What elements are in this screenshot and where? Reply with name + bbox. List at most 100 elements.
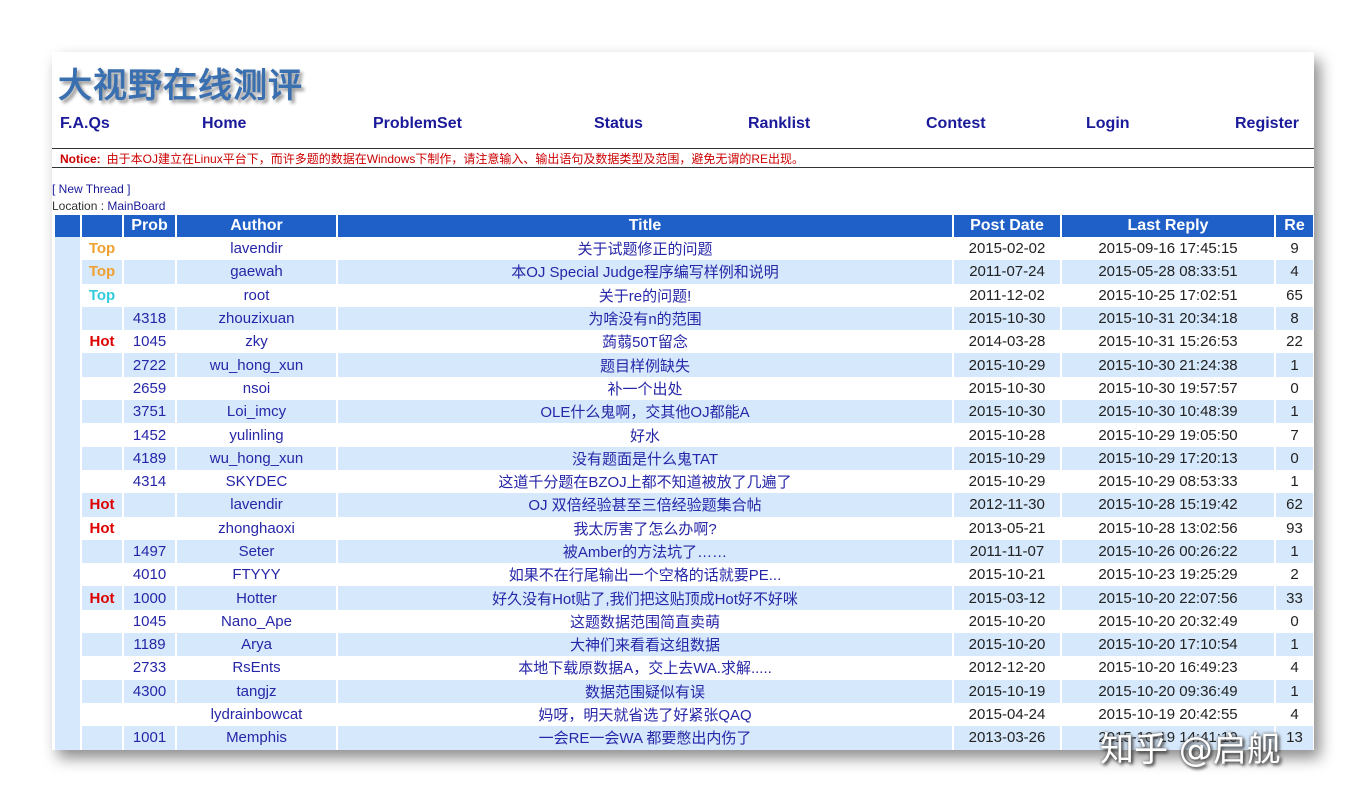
author-link[interactable]: lavendir xyxy=(230,496,283,513)
table-row[interactable]: 1045 Nano_Ape 这题数据范围简直卖萌 2015-10-20 2015-10-… xyxy=(55,609,1313,634)
prob-link[interactable]: 1000 xyxy=(133,590,166,607)
new-thread-link[interactable]: [ New Thread ] xyxy=(52,182,130,196)
table-row[interactable]: Top gaewah 本OJ Special Judge程序编写样例和说明 2011-… xyxy=(55,260,1313,284)
table-row[interactable]: 4314 SKYDEC 这道千分题在BZOJ上都不知道被放了几遍了 2015-10-2… xyxy=(55,469,1313,494)
title-link[interactable]: 数据范围疑似有误 xyxy=(585,684,705,701)
prob-link[interactable]: 2733 xyxy=(133,659,166,676)
author-link[interactable]: Loi_imcy xyxy=(227,403,286,420)
table-row[interactable]: 4010 FTYYY 如果不在行尾输出一个空格的话就要PE... 2015-10-21… xyxy=(55,563,1313,587)
nav-faqs[interactable]: F.A.Qs xyxy=(60,115,110,133)
tag-badge xyxy=(82,633,122,657)
author-link[interactable]: wu_hong_xun xyxy=(210,357,303,374)
author-link[interactable]: Nano_Ape xyxy=(221,613,292,630)
table-row[interactable]: 4318 zhouzixuan 为啥没有n的范围 2015-10-30 2015-10-… xyxy=(55,306,1313,331)
cell-title-link: 如果不在行尾输出一个空格的话就要PE... xyxy=(338,563,952,586)
nav-register[interactable]: Register xyxy=(1235,115,1299,133)
title-link[interactable]: 关于试题修正的问题 xyxy=(577,241,712,258)
cell-title-link: 一会RE一会WA 都要憋出内伤了 xyxy=(338,726,952,750)
table-row[interactable]: 2659 nsoi 补一个出处 2015-10-30 2015-10-30 19:57:… xyxy=(55,376,1313,401)
title-link[interactable]: 如果不在行尾输出一个空格的话就要PE... xyxy=(509,567,782,584)
author-link[interactable]: zky xyxy=(245,333,268,350)
title-link[interactable]: 关于re的问题! xyxy=(599,288,692,305)
site-logo[interactable]: 大视野在线测评 xyxy=(58,58,303,107)
row-marker xyxy=(55,633,80,657)
title-link[interactable]: 这道千分题在BZOJ上都不知道被放了几遍了 xyxy=(498,474,791,491)
location-mainboard-link[interactable]: MainBoard xyxy=(107,199,165,213)
prob-link[interactable]: 1189 xyxy=(133,636,165,653)
table-row[interactable]: Hot 1045 zky 蒟蒻50T留念 2014-03-28 2015-10-31 15… xyxy=(55,330,1313,354)
nav-ranklist[interactable]: Ranklist xyxy=(748,115,810,133)
prob-link[interactable]: 2659 xyxy=(133,380,166,397)
prob-link[interactable]: 4189 xyxy=(133,450,166,467)
prob-link[interactable]: 1452 xyxy=(133,427,166,444)
author-link[interactable]: tangjz xyxy=(236,683,276,700)
author-link[interactable]: lydrainbowcat xyxy=(211,706,303,723)
prob-link[interactable]: 1497 xyxy=(133,543,166,560)
table-row[interactable]: Top lavendir 关于试题修正的问题 2015-02-02 2015-09-16… xyxy=(55,237,1313,261)
table-row[interactable]: 2722 wu_hong_xun 题目样例缺失 2015-10-29 2015-10-3… xyxy=(55,353,1313,377)
title-link[interactable]: 我太厉害了怎么办啊? xyxy=(573,521,716,538)
table-row[interactable]: 1452 yulinling 好水 2015-10-28 2015-10-29 19:0… xyxy=(55,423,1313,447)
author-link[interactable]: nsoi xyxy=(243,380,271,397)
author-link[interactable]: zhonghaoxi xyxy=(218,520,295,537)
prob-link[interactable]: 1045 xyxy=(133,333,166,350)
title-link[interactable]: 题目样例缺失 xyxy=(600,358,690,375)
table-row[interactable]: 3751 Loi_imcy OLE什么鬼啊，交其他OJ都能A 2015-10-30 20… xyxy=(55,400,1313,424)
author-link[interactable]: Hotter xyxy=(236,590,277,607)
author-link[interactable]: root xyxy=(244,287,270,304)
title-link[interactable]: 妈呀，明天就省选了好紧张QAQ xyxy=(538,707,751,724)
author-link[interactable]: RsEnts xyxy=(232,659,280,676)
row-marker xyxy=(55,726,80,750)
author-link[interactable]: FTYYY xyxy=(232,566,280,583)
post-date: 2015-10-28 xyxy=(968,426,1046,444)
prob-link[interactable]: 1045 xyxy=(133,613,166,630)
author-link[interactable]: gaewah xyxy=(230,263,283,280)
nav-home[interactable]: Home xyxy=(202,115,246,133)
title-link[interactable]: OLE什么鬼啊，交其他OJ都能A xyxy=(540,404,749,421)
title-link[interactable]: 没有题面是什么鬼TAT xyxy=(572,451,718,468)
title-link[interactable]: 被Amber的方法坑了…… xyxy=(563,544,727,561)
table-row[interactable]: Hot lavendir OJ 双倍经验甚至三倍经验题集合帖 2012-11-30 20… xyxy=(55,493,1313,517)
title-link[interactable]: 蒟蒻50T留念 xyxy=(602,334,688,351)
title-link[interactable]: 一会RE一会WA 都要憋出内伤了 xyxy=(539,730,752,747)
cell-title-link: 好久没有Hot贴了,我们把这贴顶成Hot好不好咪 xyxy=(338,586,952,610)
prob-link[interactable]: 4314 xyxy=(133,473,166,490)
table-row[interactable]: 2733 RsEnts 本地下载原数据A，交上去WA.求解..... 2012-12-… xyxy=(55,656,1313,680)
table-row[interactable]: 1189 Arya 大神们来看看这组数据 2015-10-20 2015-10-20 1… xyxy=(55,633,1313,657)
title-link[interactable]: 为啥没有n的范围 xyxy=(588,311,701,328)
author-link[interactable]: zhouzixuan xyxy=(219,310,295,327)
prob-link[interactable]: 3751 xyxy=(133,403,166,420)
prob-link[interactable]: 4010 xyxy=(133,566,166,583)
nav-contest[interactable]: Contest xyxy=(926,115,986,133)
author-link[interactable]: Arya xyxy=(241,636,272,653)
title-link[interactable]: 好水 xyxy=(630,428,660,445)
nav-status[interactable]: Status xyxy=(594,115,643,133)
author-link[interactable]: Memphis xyxy=(226,729,287,746)
title-link[interactable]: 大神们来看看这组数据 xyxy=(570,637,720,654)
title-link[interactable]: OJ 双倍经验甚至三倍经验题集合帖 xyxy=(528,497,761,514)
author-link[interactable]: SKYDEC xyxy=(226,473,288,490)
title-link[interactable]: 补一个出处 xyxy=(607,381,682,398)
author-link[interactable]: wu_hong_xun xyxy=(210,450,303,467)
table-row[interactable]: 4300 tangjz 数据范围疑似有误 2015-10-19 2015-10-20 0… xyxy=(55,679,1313,703)
title-link[interactable]: 本OJ Special Judge程序编写样例和说明 xyxy=(511,264,779,281)
nav-problemset[interactable]: ProblemSet xyxy=(373,115,462,133)
prob-link[interactable]: 2722 xyxy=(133,357,166,374)
table-row[interactable]: 4189 wu_hong_xun 没有题面是什么鬼TAT 2015-10-29 2015… xyxy=(55,446,1313,470)
cell-prob-link: 1045 xyxy=(124,610,175,633)
table-row[interactable]: 1497 Seter 被Amber的方法坑了…… 2011-11-07 2015-10-… xyxy=(55,539,1313,564)
table-row[interactable]: Hot zhonghaoxi 我太厉害了怎么办啊? 2013-05-21 2015-10… xyxy=(55,516,1313,540)
table-row[interactable]: Top root 关于re的问题! 2011-12-02 2015-10-25 17:0… xyxy=(55,283,1313,307)
title-link[interactable]: 这题数据范围简直卖萌 xyxy=(570,614,720,631)
post-date: 2015-10-29 xyxy=(954,446,1060,470)
author-link[interactable]: lavendir xyxy=(230,240,283,257)
table-row[interactable]: Hot 1000 Hotter 好久没有Hot贴了,我们把这贴顶成Hot好不好咪 201… xyxy=(55,586,1313,610)
title-link[interactable]: 本地下载原数据A，交上去WA.求解..... xyxy=(518,660,772,677)
author-link[interactable]: Seter xyxy=(239,543,275,560)
nav-login[interactable]: Login xyxy=(1086,115,1130,133)
author-link[interactable]: yulinling xyxy=(229,427,283,444)
prob-link[interactable]: 4318 xyxy=(133,310,166,327)
title-link[interactable]: 好久没有Hot贴了,我们把这贴顶成Hot好不好咪 xyxy=(492,591,798,608)
prob-link[interactable]: 4300 xyxy=(133,683,166,700)
prob-link[interactable]: 1001 xyxy=(133,729,166,746)
